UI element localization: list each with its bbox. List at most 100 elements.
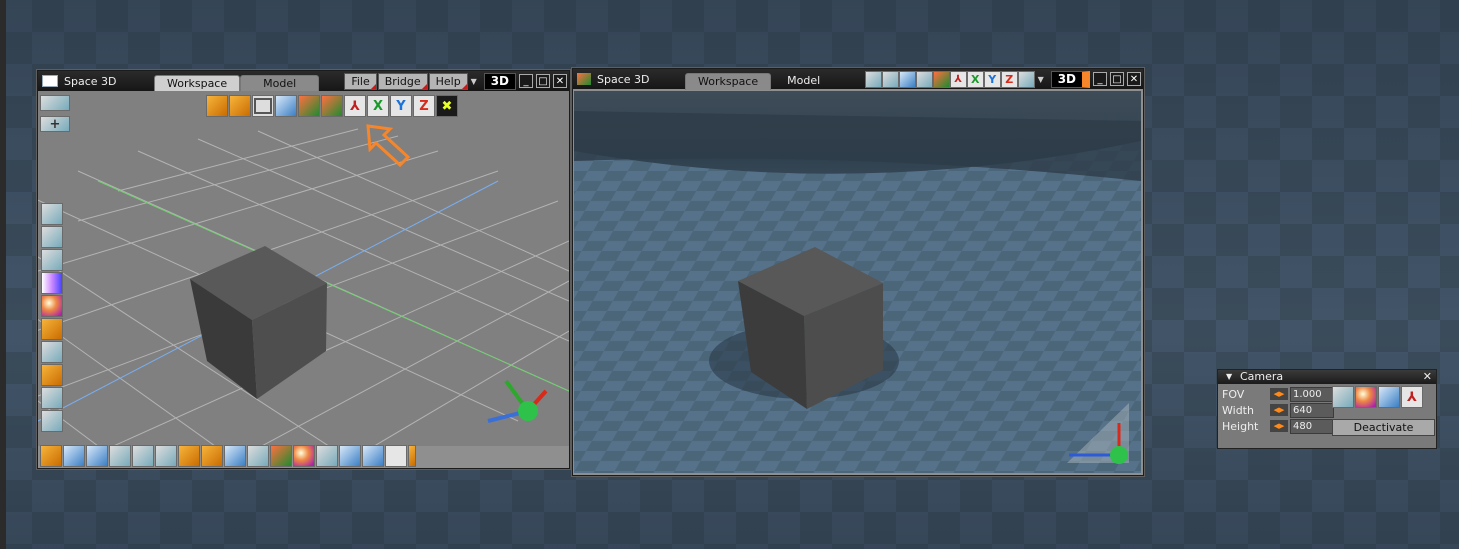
width-input[interactable]: 640 bbox=[1290, 402, 1334, 418]
frame-icon[interactable] bbox=[252, 95, 274, 117]
camera-panel-title[interactable]: Camera ✕ bbox=[1218, 370, 1436, 384]
frame-icon[interactable] bbox=[1017, 70, 1035, 88]
z-axis-icon[interactable]: Z bbox=[1000, 70, 1018, 88]
y-axis-icon[interactable]: Y bbox=[983, 70, 1001, 88]
scale-icon[interactable] bbox=[898, 70, 916, 88]
mode-badge[interactable]: 3D bbox=[483, 72, 516, 90]
camera-icons: ⅄ bbox=[1332, 386, 1423, 408]
heart-icon[interactable] bbox=[247, 445, 269, 467]
lathe-icon[interactable] bbox=[178, 445, 200, 467]
width-spinner[interactable]: ◀▶ bbox=[1270, 404, 1288, 416]
cubes-icon[interactable] bbox=[41, 364, 63, 386]
cube-icon[interactable] bbox=[40, 445, 62, 467]
tools-icon[interactable] bbox=[41, 387, 63, 409]
render-scene bbox=[574, 111, 1141, 473]
maximize-button[interactable]: □ bbox=[536, 74, 550, 88]
left-edge bbox=[0, 0, 6, 549]
right-viewport[interactable] bbox=[574, 91, 1141, 473]
y-axis-icon[interactable]: Y bbox=[390, 95, 412, 117]
cube-box-icon[interactable] bbox=[41, 318, 63, 340]
left-bottom-toolbar bbox=[40, 445, 416, 467]
view-icon[interactable] bbox=[40, 95, 70, 111]
x-axis-icon[interactable]: X bbox=[966, 70, 984, 88]
lattice-icon[interactable] bbox=[201, 445, 223, 467]
spot-icon[interactable] bbox=[86, 445, 108, 467]
axes-icon[interactable]: ⅄ bbox=[949, 70, 967, 88]
right-window: Space 3D Workspace Model ⅄ X Y Z ▼ 3D _ … bbox=[572, 68, 1144, 476]
menu-help[interactable]: Help bbox=[428, 72, 468, 90]
cone-icon[interactable] bbox=[41, 272, 63, 294]
left-titlebar: Space 3D Workspace Model File Bridge Hel… bbox=[38, 71, 569, 92]
right-top-toolbar: ⅄ X Y Z bbox=[864, 70, 1035, 88]
x-axis-icon[interactable]: X bbox=[367, 95, 389, 117]
cube-group-icon[interactable] bbox=[206, 95, 228, 117]
camera-title-label: Camera bbox=[1240, 370, 1284, 383]
tab-workspace[interactable]: Workspace bbox=[154, 74, 241, 92]
tab-workspace[interactable]: Workspace bbox=[685, 72, 772, 90]
menu-file[interactable]: File bbox=[344, 72, 377, 90]
minimize-button[interactable]: _ bbox=[519, 74, 533, 88]
spotlight-icon[interactable] bbox=[1378, 386, 1400, 408]
asterisk-icon[interactable]: ✖ bbox=[436, 95, 458, 117]
particles-icon[interactable] bbox=[41, 249, 63, 271]
axis-gizmo bbox=[487, 379, 548, 423]
flame-icon[interactable] bbox=[270, 445, 292, 467]
mode-badge[interactable]: 3D bbox=[1050, 70, 1090, 88]
pencil-icon[interactable] bbox=[41, 410, 63, 432]
house-icon[interactable] bbox=[932, 70, 950, 88]
height-label: Height bbox=[1222, 419, 1259, 433]
grid-scene bbox=[38, 124, 569, 446]
close-button[interactable]: ✕ bbox=[553, 74, 567, 88]
width-label: Width bbox=[1222, 403, 1254, 417]
grid-icon[interactable] bbox=[915, 70, 933, 88]
mesh-icon[interactable] bbox=[109, 445, 131, 467]
paint-icon[interactable] bbox=[224, 445, 246, 467]
right-titlebar: Space 3D Workspace Model ⅄ X Y Z ▼ 3D _ … bbox=[573, 69, 1143, 90]
cone-icon[interactable] bbox=[63, 445, 85, 467]
left-side-toolbar bbox=[41, 203, 63, 432]
more-icon[interactable] bbox=[408, 445, 416, 467]
grid-icon[interactable] bbox=[1332, 386, 1354, 408]
minimize-button[interactable]: _ bbox=[1093, 72, 1107, 86]
move-icon[interactable] bbox=[864, 70, 882, 88]
cube-icon[interactable] bbox=[229, 95, 251, 117]
wedge-icon[interactable] bbox=[155, 445, 177, 467]
menu-bridge[interactable]: Bridge bbox=[377, 72, 428, 90]
brush-icon[interactable] bbox=[316, 445, 338, 467]
plane-icon[interactable] bbox=[339, 445, 361, 467]
axes-icon[interactable]: ⅄ bbox=[1401, 386, 1423, 408]
terrain-icon[interactable] bbox=[132, 445, 154, 467]
ball-icon[interactable] bbox=[41, 295, 63, 317]
molecule-icon[interactable] bbox=[41, 341, 63, 363]
app-icon bbox=[42, 75, 58, 87]
spline-icon[interactable] bbox=[41, 226, 63, 248]
axes-icon[interactable]: ⅄ bbox=[344, 95, 366, 117]
sun-icon[interactable] bbox=[1355, 386, 1377, 408]
tab-model[interactable]: Model bbox=[240, 74, 320, 92]
orange-arrow-annotation bbox=[366, 124, 411, 168]
tab-model[interactable]: Model bbox=[771, 73, 836, 89]
close-button[interactable]: ✕ bbox=[1127, 72, 1141, 86]
zoom-add-icon[interactable]: + bbox=[40, 116, 70, 132]
window-title: Space 3D bbox=[64, 74, 117, 88]
left-viewport[interactable] bbox=[38, 91, 569, 446]
height-spinner[interactable]: ◀▶ bbox=[1270, 420, 1288, 432]
spotlight-icon[interactable] bbox=[275, 95, 297, 117]
fov-input[interactable]: 1.000 bbox=[1290, 386, 1334, 402]
window-title: Space 3D bbox=[597, 72, 650, 86]
sphere-icon[interactable] bbox=[293, 445, 315, 467]
maximize-button[interactable]: □ bbox=[1110, 72, 1124, 86]
z-axis-icon[interactable]: Z bbox=[413, 95, 435, 117]
deactivate-button[interactable]: Deactivate bbox=[1332, 419, 1435, 436]
globe-icon[interactable] bbox=[362, 445, 384, 467]
fov-spinner[interactable]: ◀▶ bbox=[1270, 388, 1288, 400]
close-icon[interactable]: ✕ bbox=[1423, 370, 1432, 384]
chevron-down-icon[interactable]: ▼ bbox=[469, 77, 479, 86]
chevron-down-icon[interactable]: ▼ bbox=[1036, 75, 1046, 84]
house-icon[interactable] bbox=[298, 95, 320, 117]
mesh-icon[interactable] bbox=[41, 203, 63, 225]
axis-icon[interactable] bbox=[385, 445, 407, 467]
rotate-icon[interactable] bbox=[881, 70, 899, 88]
height-input[interactable]: 480 bbox=[1290, 418, 1334, 434]
house-alt-icon[interactable] bbox=[321, 95, 343, 117]
